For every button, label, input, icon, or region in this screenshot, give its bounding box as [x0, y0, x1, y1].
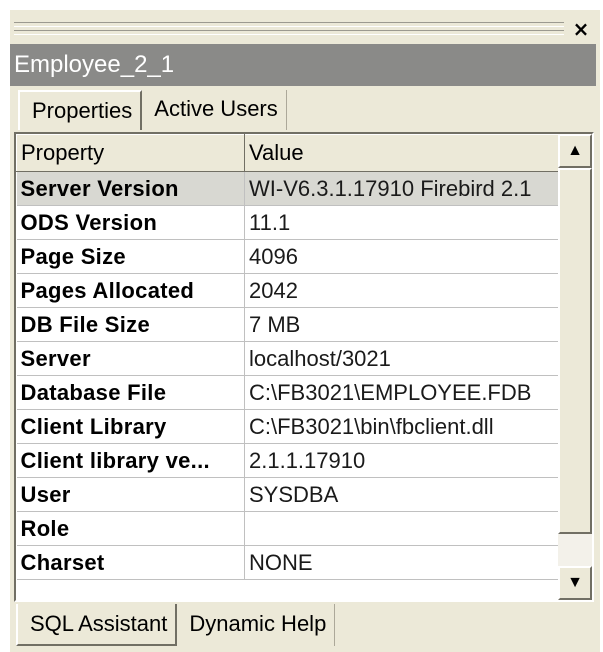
scrollbar-thumb[interactable]	[558, 168, 592, 534]
property-name: ODS Version	[16, 205, 245, 240]
tab-sql-assistant[interactable]: SQL Assistant	[16, 604, 178, 646]
property-value: WI-V6.3.1.17910 Firebird 2.1	[244, 171, 559, 206]
property-value: 2042	[244, 273, 559, 308]
grip-line	[14, 22, 564, 27]
table-row[interactable]: User SYSDBA	[16, 477, 559, 512]
property-value: 7 MB	[244, 307, 559, 342]
property-name: Role	[16, 511, 245, 546]
table-row[interactable]: Server Version WI-V6.3.1.17910 Firebird …	[16, 171, 559, 206]
panel-grip-handle[interactable]	[14, 18, 564, 40]
property-name: Server Version	[16, 171, 245, 206]
tab-active-users[interactable]: Active Users	[142, 90, 287, 130]
property-name: Client library ve...	[16, 443, 245, 478]
property-name: Charset	[16, 545, 245, 580]
property-value: SYSDBA	[244, 477, 559, 512]
property-name: User	[16, 477, 245, 512]
property-value: localhost/3021	[244, 341, 559, 376]
tab-dynamic-help[interactable]: Dynamic Help	[177, 604, 336, 646]
vertical-scrollbar[interactable]: ▲ ▼	[558, 134, 592, 600]
column-header-property[interactable]: Property	[16, 134, 245, 172]
properties-table: Property Value Server Version WI-V6.3.1.…	[16, 134, 559, 580]
bottom-tab-strip: SQL Assistant Dynamic Help	[16, 604, 336, 646]
property-value: 4096	[244, 239, 559, 274]
property-name: Page Size	[16, 239, 245, 274]
property-name: Client Library	[16, 409, 245, 444]
property-value: 2.1.1.17910	[244, 443, 559, 478]
tab-properties[interactable]: Properties	[18, 90, 143, 130]
property-value: 11.1	[244, 205, 559, 240]
table-row[interactable]: Charset NONE	[16, 545, 559, 580]
column-header-value[interactable]: Value	[244, 134, 559, 172]
database-properties-panel: × Employee_2_1 Properties Active Users P…	[8, 8, 600, 652]
table-row[interactable]: Client Library C:\FB3021\bin\fbclient.dl…	[16, 409, 559, 444]
top-tab-strip: Properties Active Users	[18, 90, 287, 130]
table-row[interactable]: Server localhost/3021	[16, 341, 559, 376]
table-row[interactable]: Client library ve... 2.1.1.17910	[16, 443, 559, 478]
property-value: C:\FB3021\bin\fbclient.dll	[244, 409, 559, 444]
scroll-up-arrow-icon[interactable]: ▲	[558, 134, 592, 168]
panel-title: Employee_2_1	[10, 44, 596, 86]
table-row[interactable]: Database File C:\FB3021\EMPLOYEE.FDB	[16, 375, 559, 410]
table-row[interactable]: DB File Size 7 MB	[16, 307, 559, 342]
property-name: Server	[16, 341, 245, 376]
table-header-row: Property Value	[16, 134, 559, 172]
scroll-down-arrow-icon[interactable]: ▼	[558, 566, 592, 600]
property-value: C:\FB3021\EMPLOYEE.FDB	[244, 375, 559, 410]
property-value: NONE	[244, 545, 559, 580]
property-name: Pages Allocated	[16, 273, 245, 308]
property-name: Database File	[16, 375, 245, 410]
table-row[interactable]: Pages Allocated 2042	[16, 273, 559, 308]
property-name: DB File Size	[16, 307, 245, 342]
table-row[interactable]: Page Size 4096	[16, 239, 559, 274]
property-value	[244, 511, 559, 546]
table-row[interactable]: Role	[16, 511, 559, 546]
table-row[interactable]: ODS Version 11.1	[16, 205, 559, 240]
properties-grid: Property Value Server Version WI-V6.3.1.…	[14, 132, 594, 602]
close-icon[interactable]: ×	[570, 18, 592, 40]
grip-line	[14, 30, 564, 35]
